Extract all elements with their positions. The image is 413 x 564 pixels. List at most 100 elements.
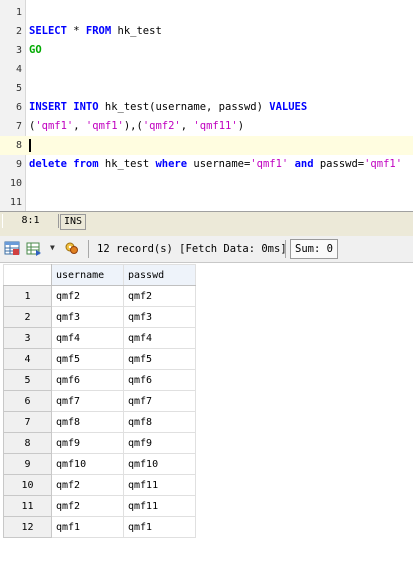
code-line[interactable]: 2 SELECT * FROM hk_test — [0, 22, 413, 41]
cell-passwd[interactable]: qmf7 — [123, 390, 196, 412]
cell-passwd[interactable]: qmf4 — [123, 327, 196, 349]
row-number[interactable]: 3 — [3, 327, 52, 349]
cell-username[interactable]: qmf2 — [51, 285, 124, 307]
code-line[interactable]: 6 INSERT INTO hk_test(username, passwd) V… — [0, 98, 413, 117]
cell-passwd[interactable]: qmf9 — [123, 432, 196, 454]
dropdown-arrow-icon[interactable]: ▼ — [50, 243, 55, 252]
table-row[interactable]: 4 qmf5 qmf5 — [3, 348, 196, 370]
sql-keyword: FROM — [85, 25, 112, 37]
table-row[interactable]: 7 qmf8 qmf8 — [3, 411, 196, 433]
code-text[interactable]: GO — [29, 41, 42, 60]
line-number: 9 — [15, 159, 22, 170]
cell-username[interactable]: qmf6 — [51, 369, 124, 391]
line-number: 5 — [15, 83, 22, 94]
row-number[interactable]: 1 — [3, 285, 52, 307]
table-row[interactable]: 6 qmf7 qmf7 — [3, 390, 196, 412]
cell-passwd[interactable]: qmf1 — [123, 516, 196, 538]
table-row[interactable]: 11 qmf2 qmf11 — [3, 495, 196, 517]
table-row[interactable]: 12 qmf1 qmf1 — [3, 516, 196, 538]
cell-passwd[interactable]: qmf8 — [123, 411, 196, 433]
cursor-position: 8:1 — [2, 214, 59, 228]
code-line[interactable]: 7 ('qmf1', 'qmf1'),('qmf2', 'qmf11') — [0, 117, 413, 136]
line-number: 7 — [15, 121, 22, 132]
table-row[interactable]: 10 qmf2 qmf11 — [3, 474, 196, 496]
row-number[interactable]: 4 — [3, 348, 52, 370]
cell-username[interactable]: qmf2 — [51, 495, 124, 517]
code-token: username= — [187, 158, 251, 170]
table-row[interactable]: 1 qmf2 qmf2 — [3, 285, 196, 307]
code-token: ),( — [123, 120, 143, 132]
line-number: 1 — [15, 7, 22, 18]
results-toolbar: ▼ 12 record(s) [Fetch Data: 0ms] Sum: 0 — [0, 236, 413, 263]
sql-keyword: GO — [29, 44, 42, 56]
editor-status-bar: 8:1 INS — [0, 211, 413, 233]
code-line[interactable]: 8 — [0, 136, 413, 155]
cell-passwd[interactable]: qmf11 — [123, 474, 196, 496]
code-token: ) — [237, 120, 245, 132]
cell-username[interactable]: qmf2 — [51, 474, 124, 496]
line-number: 10 — [9, 178, 22, 189]
cell-username[interactable]: qmf9 — [51, 432, 124, 454]
sql-keyword: INSERT — [29, 101, 67, 113]
code-text[interactable]: delete from hk_test where username='qmf1… — [29, 155, 402, 174]
row-number[interactable]: 6 — [3, 390, 52, 412]
cell-username[interactable]: qmf8 — [51, 411, 124, 433]
cell-passwd[interactable]: qmf6 — [123, 369, 196, 391]
cell-passwd[interactable]: qmf2 — [123, 285, 196, 307]
export-icon[interactable] — [26, 241, 42, 256]
string-literal: 'qmf1' — [364, 158, 403, 170]
code-line[interactable]: 5 — [0, 79, 413, 98]
line-number: 3 — [15, 45, 22, 56]
code-line[interactable]: 11 — [0, 193, 413, 212]
row-number[interactable]: 9 — [3, 453, 52, 475]
string-literal: 'qmf1' — [250, 158, 289, 170]
grid-icon[interactable] — [4, 241, 20, 256]
table-row[interactable]: 8 qmf9 qmf9 — [3, 432, 196, 454]
cell-passwd[interactable]: qmf3 — [123, 306, 196, 328]
results-grid[interactable]: username passwd 1 qmf2 qmf2 2 qmf3 qmf3 3 qmf4 q… — [3, 264, 196, 538]
sql-keyword: from — [73, 158, 99, 170]
code-token: hk_test(username, passwd) — [98, 101, 270, 113]
sql-keyword: SELECT — [29, 25, 67, 37]
sql-keyword: and — [294, 158, 314, 170]
row-number[interactable]: 2 — [3, 306, 52, 328]
cell-username[interactable]: qmf3 — [51, 306, 124, 328]
row-number[interactable]: 5 — [3, 369, 52, 391]
cell-passwd[interactable]: qmf5 — [123, 348, 196, 370]
row-number[interactable]: 12 — [3, 516, 52, 538]
line-number: 2 — [15, 26, 22, 37]
table-row[interactable]: 5 qmf6 qmf6 — [3, 369, 196, 391]
filter-icon[interactable] — [64, 241, 80, 256]
code-text[interactable]: SELECT * FROM hk_test — [29, 22, 162, 41]
string-literal: 'qmf2' — [142, 120, 181, 132]
row-number[interactable]: 11 — [3, 495, 52, 517]
string-literal: 'qmf1' — [35, 120, 74, 132]
row-number[interactable]: 10 — [3, 474, 52, 496]
cell-passwd[interactable]: qmf10 — [123, 453, 196, 475]
string-literal: 'qmf1' — [85, 120, 124, 132]
table-row[interactable]: 2 qmf3 qmf3 — [3, 306, 196, 328]
sql-editor[interactable]: 1 2 SELECT * FROM hk_test 3 GO 4 5 6 INSERT INTO… — [0, 0, 413, 211]
column-header-passwd[interactable]: passwd — [123, 264, 196, 286]
code-text[interactable]: INSERT INTO hk_test(username, passwd) VA… — [29, 98, 307, 117]
toolbar-separator — [285, 240, 286, 258]
sql-keyword: delete — [29, 158, 67, 170]
cell-username[interactable]: qmf5 — [51, 348, 124, 370]
row-number[interactable]: 7 — [3, 411, 52, 433]
table-row[interactable]: 9 qmf10 qmf10 — [3, 453, 196, 475]
cell-passwd[interactable]: qmf11 — [123, 495, 196, 517]
cell-username[interactable]: qmf1 — [51, 516, 124, 538]
code-line[interactable]: 9 delete from hk_test where username='qmf… — [0, 155, 413, 174]
cell-username[interactable]: qmf4 — [51, 327, 124, 349]
grid-corner[interactable] — [3, 264, 52, 286]
code-line[interactable]: 4 — [0, 60, 413, 79]
cell-username[interactable]: qmf10 — [51, 453, 124, 475]
column-header-username[interactable]: username — [51, 264, 124, 286]
cell-username[interactable]: qmf7 — [51, 390, 124, 412]
row-number[interactable]: 8 — [3, 432, 52, 454]
table-row[interactable]: 3 qmf4 qmf4 — [3, 327, 196, 349]
code-line[interactable]: 1 — [0, 3, 413, 22]
code-text[interactable]: ('qmf1', 'qmf1'),('qmf2', 'qmf11') — [29, 117, 244, 136]
code-line[interactable]: 10 — [0, 174, 413, 193]
code-line[interactable]: 3 GO — [0, 41, 413, 60]
